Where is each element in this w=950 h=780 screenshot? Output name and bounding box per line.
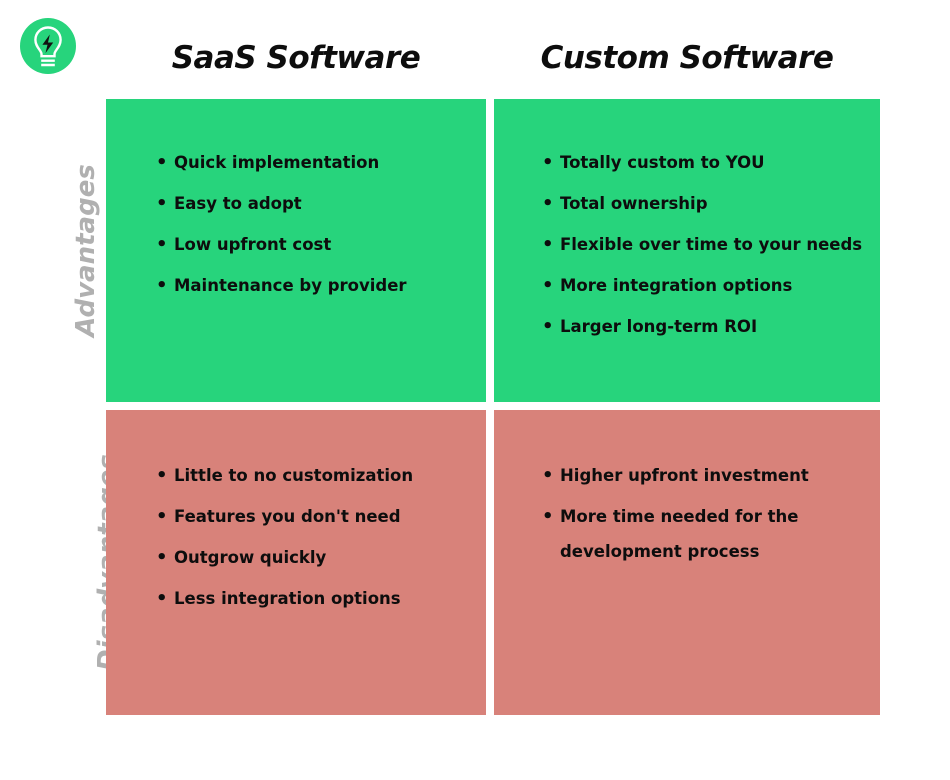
list-item: • Features you don't need [156,499,478,534]
bullet-point-icon: • [156,588,168,609]
list-item-label: Maintenance by provider [174,276,407,295]
logo-svg [20,18,76,74]
bullet-point-icon: • [542,316,554,337]
bulb-base-band-2 [41,63,55,67]
quadrant-custom-advantages: • Totally custom to YOU • Total ownership • F… [494,99,880,402]
list-item: • Maintenance by provider [156,268,478,303]
bullet-point-icon: • [156,465,168,486]
quadrant-saas-disadvantages: • Little to no customization • Features you… [106,410,486,715]
list-item: • Higher upfront investment [542,458,872,493]
list-item: • Less integration options [156,581,478,616]
list-item: • More time needed for the development pr… [542,499,872,569]
bullet-point-icon: • [156,547,168,568]
list-item-label: Less integration options [174,589,401,608]
bullet-list: • Totally custom to YOU • Total ownership • F… [542,145,872,350]
list-item-label: Quick implementation [174,153,380,172]
bullet-point-icon: • [156,234,168,255]
list-item-label: Features you don't need [174,507,401,526]
row-label-advantages: Advantages [0,99,101,402]
bullet-point-icon: • [156,275,168,296]
list-item: • Quick implementation [156,145,478,180]
list-item-label: Higher upfront investment [560,466,809,485]
list-item-label: Total ownership [560,194,708,213]
list-item: • Totally custom to YOU [542,145,872,180]
bullet-point-icon: • [542,234,554,255]
bullet-list: • Higher upfront investment • More time nee… [542,458,872,575]
column-header-custom: Custom Software [540,40,834,76]
list-item: • Easy to adopt [156,186,478,221]
bullet-point-icon: • [156,193,168,214]
lightbulb-bolt-logo [20,18,76,74]
list-item: • Larger long-term ROI [542,309,872,344]
column-header-saas: SaaS Software [171,40,421,76]
list-item-label: Little to no customization [174,466,414,485]
bullet-point-icon: • [542,193,554,214]
list-item: • Low upfront cost [156,227,478,262]
list-item: • Total ownership [542,186,872,221]
list-item: • Outgrow quickly [156,540,478,575]
bulb-base-band-1 [41,59,55,62]
list-item: • More integration options [542,268,872,303]
bullet-list: • Little to no customization • Features you… [156,458,478,622]
bullet-point-icon: • [156,506,168,527]
list-item-label: Outgrow quickly [174,548,327,567]
bullet-point-icon: • [542,275,554,296]
list-item-label: Flexible over time to your needs [560,235,863,254]
list-item-label: Easy to adopt [174,194,302,213]
comparison-grid: • Quick implementation • Easy to adopt • Low … [106,99,880,715]
list-item-label: Totally custom to YOU [560,153,765,172]
bullet-point-icon: • [542,152,554,173]
bullet-point-icon: • [542,465,554,486]
bullet-point-icon: • [542,506,554,527]
bullet-list: • Quick implementation • Easy to adopt • Low … [156,145,478,309]
quadrant-saas-advantages: • Quick implementation • Easy to adopt • Low … [106,99,486,402]
quadrant-custom-disadvantages: • Higher upfront investment • More time nee… [494,410,880,715]
list-item-label: More time needed for the development pro… [560,507,799,561]
list-item-label: More integration options [560,276,793,295]
bullet-point-icon: • [156,152,168,173]
row-label-disadvantages: Disadvantages [0,410,123,715]
list-item-label: Low upfront cost [174,235,332,254]
list-item-label: Larger long-term ROI [560,317,758,336]
list-item: • Flexible over time to your needs [542,227,872,262]
list-item: • Little to no customization [156,458,478,493]
